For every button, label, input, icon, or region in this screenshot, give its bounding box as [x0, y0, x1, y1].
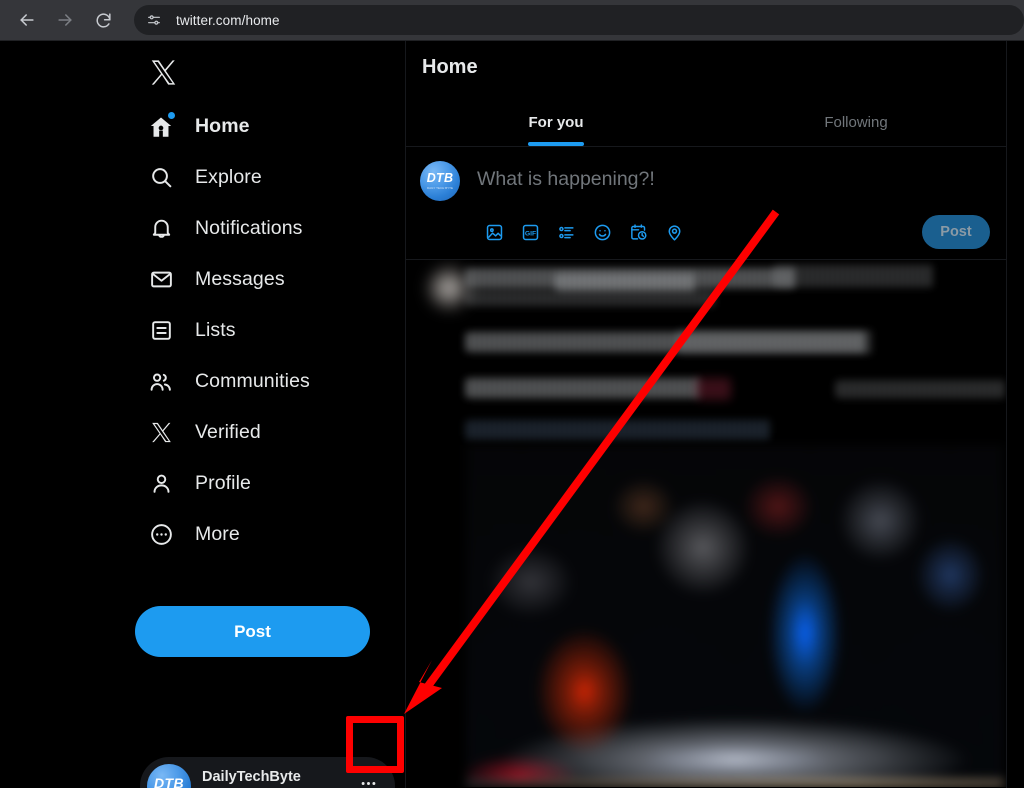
left-sidebar: Home Explore Notifications Messages List… [0, 41, 405, 788]
censored-text-line [466, 378, 701, 398]
bell-icon [146, 214, 176, 244]
x-logo-icon[interactable] [145, 54, 181, 90]
reload-button[interactable] [86, 3, 120, 37]
page-title: Home [422, 56, 478, 78]
tweet-composer: DTB DAILY TECH BYTE What is happening?! [406, 147, 1006, 260]
sidebar-item-more[interactable]: More [135, 509, 385, 560]
sidebar-item-home[interactable]: Home [135, 101, 385, 152]
composer-post-button[interactable]: Post [922, 215, 990, 249]
image-noise-overlay [466, 445, 1004, 787]
sidebar-item-notifications[interactable]: Notifications [135, 203, 385, 254]
censored-tweet-image[interactable] [466, 445, 1004, 787]
forward-arrow-icon [55, 10, 75, 30]
browser-toolbar: twitter.com/home [0, 0, 1024, 41]
home-icon [146, 111, 176, 142]
sidebar-item-messages[interactable]: Messages [135, 254, 385, 305]
sidebar-item-communities[interactable]: Communities [135, 356, 385, 407]
reload-icon [94, 11, 113, 30]
sidebar-item-label: Messages [195, 268, 285, 290]
tab-label: Following [824, 114, 888, 131]
sidebar-item-verified[interactable]: Verified [135, 407, 385, 458]
account-info: DailyTechByte @daily_TechByte [202, 769, 353, 788]
location-icon[interactable] [657, 215, 691, 249]
timeline-feed[interactable] [406, 260, 1006, 787]
tab-following[interactable]: Following [706, 94, 1006, 146]
sidebar-post-button[interactable]: Post [135, 606, 370, 657]
communities-icon [146, 367, 176, 397]
avatar[interactable]: DTB DAILY TECH BYTE [420, 161, 460, 201]
person-icon [146, 469, 176, 499]
tab-for-you[interactable]: For you [406, 94, 706, 146]
censored-link-line [466, 420, 771, 440]
address-bar[interactable]: twitter.com/home [134, 5, 1024, 35]
sidebar-item-label: Communities [195, 370, 310, 392]
composer-input[interactable]: What is happening?! [477, 161, 655, 191]
forward-button[interactable] [48, 3, 82, 37]
sidebar-item-label: Lists [195, 319, 236, 341]
schedule-icon[interactable] [621, 215, 655, 249]
main-header: Home [406, 41, 1006, 94]
composer-top-row: DTB DAILY TECH BYTE What is happening?! [420, 157, 990, 201]
envelope-icon [146, 265, 176, 295]
main-column: Home For you Following DTB DAILY TECH BY… [405, 41, 1007, 788]
more-horizontal-icon [359, 774, 378, 788]
censored-text-line [774, 265, 934, 287]
sidebar-item-label: Notifications [195, 217, 303, 239]
tune-sliders-icon[interactable] [142, 8, 166, 32]
gif-icon[interactable]: GIF [513, 215, 547, 249]
sidebar-nav: Home Explore Notifications Messages List… [135, 101, 385, 560]
sidebar-item-label: Explore [195, 166, 262, 188]
back-arrow-icon [17, 10, 37, 30]
url-text: twitter.com/home [176, 12, 280, 28]
avatar-initials: DTB [154, 775, 184, 788]
image-bottom-strip [466, 779, 1004, 787]
x-logo-icon [146, 418, 176, 448]
sidebar-item-label: Home [195, 115, 250, 137]
back-button[interactable] [10, 3, 44, 37]
list-icon [146, 316, 176, 346]
account-more-button[interactable] [353, 771, 383, 788]
sidebar-item-explore[interactable]: Explore [135, 152, 385, 203]
censored-text-line [678, 330, 873, 354]
media-image-icon[interactable] [477, 215, 511, 249]
composer-toolbar: GIF [420, 215, 990, 249]
censored-text-line [696, 378, 731, 400]
poll-icon[interactable] [549, 215, 583, 249]
web-page: Home Explore Notifications Messages List… [0, 41, 1024, 788]
sidebar-item-label: Profile [195, 472, 251, 494]
red-highlight-box [346, 716, 404, 773]
censored-text-line [556, 273, 696, 291]
sidebar-item-label: More [195, 523, 240, 545]
sidebar-item-label: Verified [195, 421, 261, 443]
sidebar-item-profile[interactable]: Profile [135, 458, 385, 509]
avatar-subtext: DAILY TECH BYTE [426, 186, 453, 190]
censored-text-line [836, 380, 1006, 398]
more-circle-icon [146, 520, 176, 550]
screenshot-root: twitter.com/home Home Explore Notificati… [0, 0, 1024, 788]
search-icon [146, 163, 176, 193]
account-display-name: DailyTechByte [202, 768, 301, 785]
censored-text-line [466, 290, 716, 306]
home-notification-dot [168, 111, 175, 119]
avatar-initials: DTB [426, 171, 454, 185]
svg-text:GIF: GIF [524, 230, 535, 237]
sidebar-item-lists[interactable]: Lists [135, 305, 385, 356]
emoji-icon[interactable] [585, 215, 619, 249]
avatar: DTB DAILY TECH BYTE [147, 764, 191, 788]
timeline-tabs: For you Following [406, 94, 1006, 147]
tab-active-underline [528, 142, 584, 146]
